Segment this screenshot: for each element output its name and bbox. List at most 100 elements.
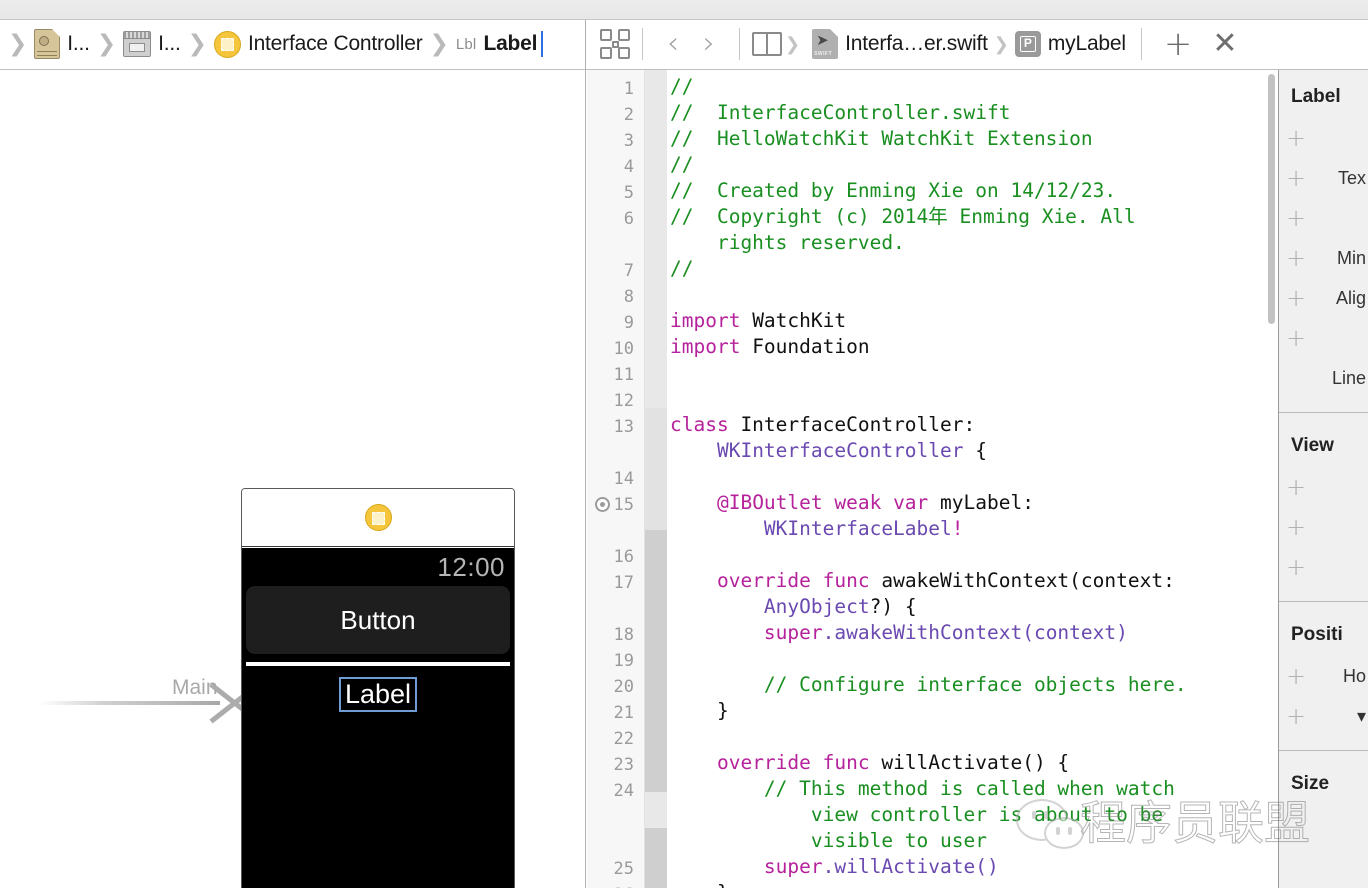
inspector-row[interactable]: + Ho <box>1279 656 1368 696</box>
outlet-connection-icon[interactable] <box>595 497 610 512</box>
forward-arrow-button[interactable]: › <box>691 29 727 59</box>
breadcrumb-storyboard-file[interactable]: I... <box>31 29 93 59</box>
line-number: 22 <box>613 729 634 749</box>
split-view-icon[interactable] <box>752 32 782 56</box>
toolbar-divider-1 <box>642 28 643 60</box>
add-constraint-icon[interactable]: + <box>1279 246 1313 270</box>
add-editor-button[interactable]: + <box>1154 27 1203 61</box>
code-line: } <box>670 698 1277 724</box>
code-token: WKInterfaceController <box>716 439 964 462</box>
canvas-jump-bar: ❯ I... ❯ I... ❯ Interface Controller ❯ L… <box>0 0 586 70</box>
code-line: @IBOutlet weak var myLabel: <box>670 490 1277 516</box>
watch-label-object-selected[interactable]: Label <box>338 677 418 712</box>
watch-status-time: 12:00 <box>437 552 505 582</box>
jump-bars: ❯ I... ❯ I... ❯ Interface Controller ❯ L… <box>0 0 1368 70</box>
watch-navigation-bar <box>242 489 514 547</box>
breadcrumb-storyboard-label: I... <box>67 32 90 55</box>
inspector-row[interactable]: + <box>1279 118 1368 158</box>
code-token: AnyObject <box>763 595 870 618</box>
code-line: class InterfaceController: <box>670 412 1277 438</box>
add-constraint-icon[interactable]: + <box>1279 664 1313 688</box>
breadcrumb-interface-controller[interactable]: Interface Controller <box>211 30 426 58</box>
editor-gutter[interactable]: 1 2 3 4 5 6 7 8 9 10 11 12 13 14 15 16 17 18 19 20 21 22 23 24 2… <box>587 70 645 888</box>
code-line: override func awakeWithContext(context: <box>670 568 1277 594</box>
code-token: .willActivate() <box>822 855 999 878</box>
line-number: 6 <box>623 209 634 229</box>
inspector-section-title: Positi <box>1291 624 1343 645</box>
breadcrumb-scene[interactable]: I... <box>120 31 184 57</box>
text-caret <box>541 31 544 57</box>
back-arrow-button[interactable]: ‹ <box>655 29 691 59</box>
breadcrumb-property[interactable]: P myLabel <box>1012 31 1129 57</box>
split-view-chevron-icon[interactable]: ❯ <box>782 34 803 55</box>
breadcrumb-label-object[interactable]: Lbl Label <box>453 32 540 56</box>
assistant-grid-icon[interactable] <box>600 29 630 59</box>
code-token: Foundation <box>740 335 870 358</box>
code-line: } <box>670 880 1277 888</box>
watch-button-object[interactable]: Button <box>246 586 510 654</box>
inspector-row[interactable]: + <box>1279 198 1368 238</box>
storyboard-file-icon <box>34 29 61 59</box>
code-line: AnyObject?) { <box>670 594 1277 620</box>
add-constraint-icon[interactable]: + <box>1279 704 1313 728</box>
inspector-row[interactable]: + ▾ <box>1279 696 1368 736</box>
breadcrumb-swift-file[interactable]: ➤ SWIFT Interfa…er.swift <box>809 29 991 59</box>
add-constraint-icon[interactable]: + <box>1279 206 1313 230</box>
swift-file-icon: ➤ SWIFT <box>812 29 839 59</box>
attributes-inspector[interactable]: Label + + Tex + + Min + Alig + Line View + + + Positi + H… <box>1278 70 1368 888</box>
code-line: // Created by Enming Xie on 14/12/23. <box>670 178 1277 204</box>
code-token: ! <box>951 517 964 540</box>
interface-controller-icon <box>213 30 241 58</box>
add-constraint-icon[interactable]: + <box>1279 126 1313 150</box>
editor-scrollbar[interactable] <box>1268 74 1275 324</box>
inspector-row[interactable]: + <box>1279 507 1368 547</box>
code-token: // HelloWatchKit WatchKit Extension <box>670 127 1093 150</box>
code-line: // HelloWatchKit WatchKit Extension <box>670 126 1277 152</box>
inspector-section-title: Label <box>1291 86 1341 107</box>
close-editor-button[interactable]: ✕ <box>1202 29 1247 59</box>
add-constraint-icon[interactable]: + <box>1279 326 1313 350</box>
code-token: // <box>670 257 694 280</box>
add-constraint-icon[interactable]: + <box>1279 555 1313 579</box>
code-line: // <box>670 256 1277 282</box>
editor-jump-bar: ‹ › ❯ ➤SWIFT Interfa…er.swift ❯ P myLab <box>586 0 1368 70</box>
inspector-row[interactable]: + Min <box>1279 238 1368 278</box>
storyboard-entry-point-arrow: Main <box>40 676 245 718</box>
editor-focus-ribbon <box>645 70 667 888</box>
add-constraint-icon[interactable]: + <box>1279 166 1313 190</box>
inspector-row[interactable]: + <box>1279 318 1368 358</box>
interface-builder-canvas[interactable]: Main 12:00 Button Label <box>0 70 586 888</box>
code-token: visible to user <box>810 829 987 852</box>
inspector-row[interactable]: + Tex <box>1279 158 1368 198</box>
code-token: awakeWithContext(context: <box>869 569 1175 592</box>
code-token: import <box>670 335 741 358</box>
focus-band-top <box>645 70 667 408</box>
breadcrumb-leading-chevron-icon: ❯ <box>8 30 28 57</box>
code-token: @IBOutlet weak var <box>716 491 929 514</box>
code-token: // <box>670 153 694 176</box>
add-constraint-icon[interactable]: + <box>1279 515 1313 539</box>
source-editor[interactable]: 1 2 3 4 5 6 7 8 9 10 11 12 13 14 15 16 17 18 19 20 21 22 23 24 2… <box>587 70 1277 888</box>
inspector-row[interactable]: + <box>1279 547 1368 587</box>
add-constraint-icon[interactable]: + <box>1279 286 1313 310</box>
code-text[interactable]: // // InterfaceController.swift // HelloWa… <box>667 70 1277 888</box>
code-line: // <box>670 74 1277 100</box>
breadcrumb-label-name: Label <box>483 32 538 55</box>
line-number: 11 <box>613 365 634 385</box>
code-line: WKInterfaceController { <box>670 438 1277 464</box>
inspector-row[interactable]: + Alig <box>1279 278 1368 318</box>
line-number: 4 <box>623 157 634 177</box>
inspector-row[interactable]: Line <box>1279 358 1368 398</box>
add-constraint-icon[interactable]: + <box>1279 475 1313 499</box>
code-token: // Configure interface objects here. <box>763 673 1187 696</box>
watch-scene-preview[interactable]: 12:00 Button Label <box>241 488 515 888</box>
code-token: // This method is called when watch <box>763 777 1175 800</box>
inspector-row[interactable]: + <box>1279 467 1368 507</box>
